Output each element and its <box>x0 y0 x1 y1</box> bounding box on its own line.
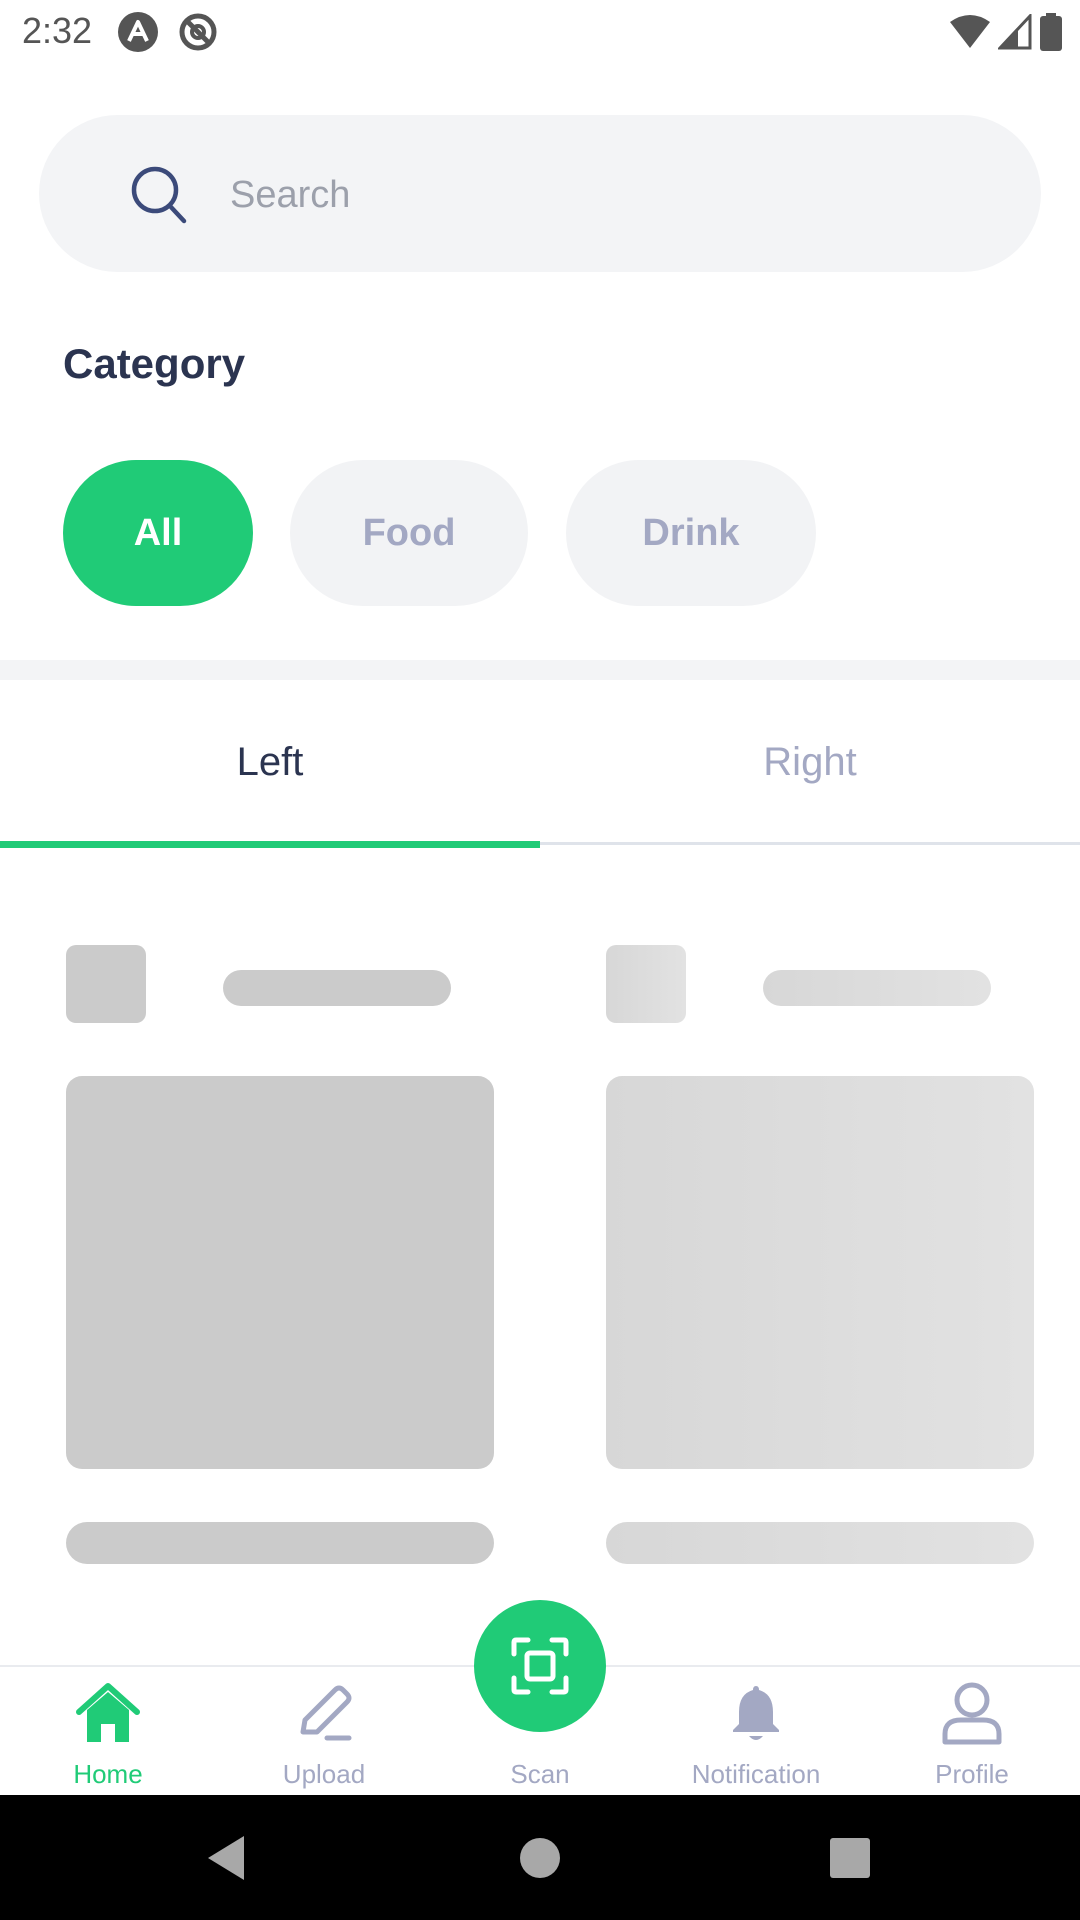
back-icon[interactable] <box>202 1830 258 1886</box>
section-divider <box>0 660 1080 680</box>
nav-label: Upload <box>282 1759 366 1789</box>
nav-scan[interactable]: Scan <box>432 1675 648 1795</box>
app-at-icon <box>179 13 217 51</box>
nav-label: Scan <box>510 1759 570 1789</box>
skeleton-title-line <box>763 970 991 1006</box>
skeleton-caption <box>66 1522 494 1564</box>
nav-label: Home <box>73 1759 143 1789</box>
chip-label: All <box>133 511 183 554</box>
wifi-icon <box>950 15 990 48</box>
battery-icon <box>1040 13 1062 51</box>
skeleton-avatar <box>66 945 146 1023</box>
skeleton-title-line <box>223 970 451 1006</box>
recents-icon[interactable] <box>822 1830 878 1886</box>
search-icon <box>131 166 187 224</box>
skeleton-avatar <box>606 945 686 1023</box>
status-time: 2:32 <box>22 10 93 51</box>
signal-icon <box>998 14 1032 50</box>
nav-notification[interactable]: Notification <box>648 1675 864 1795</box>
home-system-icon[interactable] <box>512 1830 568 1886</box>
chip-label: Food <box>362 511 456 554</box>
category-chip-food[interactable]: Food <box>290 460 528 606</box>
nav-upload[interactable]: Upload <box>216 1675 432 1795</box>
pencil-icon <box>300 1685 352 1741</box>
system-nav-bar <box>0 1795 1080 1920</box>
home-icon <box>76 1683 140 1742</box>
status-indicators <box>950 12 1062 52</box>
tab-right[interactable]: Right <box>540 740 1080 810</box>
nav-home[interactable]: Home <box>0 1675 216 1795</box>
bell-icon <box>733 1686 779 1740</box>
skeleton-caption <box>606 1522 1034 1564</box>
nav-profile[interactable]: Profile <box>864 1675 1080 1795</box>
skeleton-image <box>66 1076 494 1469</box>
chip-label: Drink <box>642 511 740 554</box>
user-icon <box>942 1682 1002 1745</box>
category-chip-drink[interactable]: Drink <box>566 460 816 606</box>
skeleton-image <box>606 1076 1034 1469</box>
tab-indicator <box>0 841 540 848</box>
search-input[interactable] <box>230 160 990 230</box>
nav-label: Notification <box>691 1759 821 1789</box>
tab-left[interactable]: Left <box>0 740 540 810</box>
nav-label: Profile <box>935 1759 1009 1789</box>
category-title: Category <box>63 340 246 387</box>
status-bar: 2:32 <box>0 0 1080 64</box>
app-a-icon <box>118 12 158 52</box>
category-chip-all[interactable]: All <box>63 460 253 606</box>
